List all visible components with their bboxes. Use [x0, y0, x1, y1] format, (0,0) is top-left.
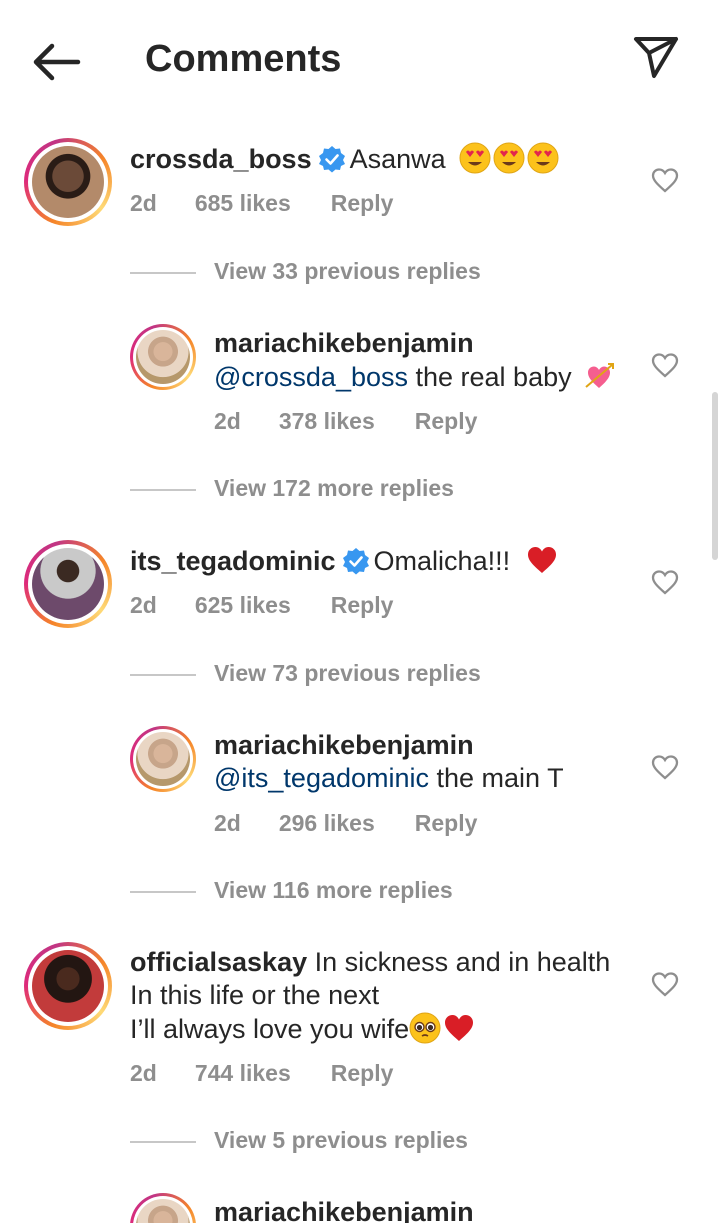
back-button[interactable]	[30, 40, 82, 84]
page-title: Comments	[145, 38, 342, 80]
comment-username[interactable]: its_tegadominic	[130, 546, 336, 576]
comment-text: its_tegadominic Omalicha!!!	[130, 544, 650, 578]
comment-time: 2d	[130, 592, 157, 618]
heart-eyes-emoji-icon	[493, 142, 525, 174]
reply-button[interactable]: Reply	[415, 810, 478, 836]
red-heart-emoji-icon	[445, 1015, 474, 1041]
view-previous-replies[interactable]: View 33 previous replies	[130, 258, 530, 288]
paper-plane-icon	[634, 37, 678, 78]
reply-button[interactable]: Reply	[331, 592, 394, 618]
reply-mention[interactable]: @its_tegadominic	[214, 763, 429, 793]
verified-badge-icon	[318, 146, 345, 173]
comment-body-line1: In sickness and in health	[314, 947, 611, 977]
avatar-story-ring[interactable]	[24, 540, 112, 628]
reply-body: the real baby	[408, 362, 572, 392]
avatar	[32, 950, 104, 1022]
scrollbar[interactable]	[712, 392, 718, 560]
comment-text: officialsaskay In sickness and in health…	[130, 946, 650, 1046]
view-more-replies[interactable]: View 116 more replies	[130, 877, 530, 907]
share-button[interactable]	[630, 34, 682, 80]
reply-button[interactable]: Reply	[331, 1060, 394, 1086]
reply-divider	[130, 489, 196, 491]
comment-meta: 2d 625 likes Reply	[130, 592, 433, 619]
avatar	[32, 146, 104, 218]
reply-divider	[130, 891, 196, 893]
verified-badge-icon	[342, 548, 369, 575]
reply-username[interactable]: mariachikebenjamin	[214, 1197, 474, 1223]
comment-meta: 2d 744 likes Reply	[130, 1060, 433, 1087]
comment-body-line3: I’ll always love you wife	[130, 1014, 410, 1044]
reply-button[interactable]: Reply	[415, 408, 478, 434]
comment-body: Asanwa	[349, 144, 446, 174]
reply-text: mariachikebenjamin	[214, 1196, 634, 1223]
reply-meta: 2d 296 likes Reply	[214, 810, 517, 837]
comment-time: 2d	[130, 1060, 157, 1086]
red-heart-emoji-icon	[527, 547, 556, 573]
like-heart-icon[interactable]	[651, 569, 679, 595]
comment-likes[interactable]: 744 likes	[195, 1060, 291, 1086]
heart-eyes-emoji-icon	[527, 142, 559, 174]
reply-divider	[130, 1141, 196, 1143]
view-more-replies[interactable]: View 172 more replies	[130, 475, 530, 505]
reply-username[interactable]: mariachikebenjamin	[214, 328, 474, 358]
avatar-story-ring[interactable]	[130, 1193, 196, 1223]
comment-text: crossda_boss Asanwa	[130, 142, 650, 176]
avatar-story-ring[interactable]	[130, 726, 196, 792]
reply-text: mariachikebenjamin @crossda_boss the rea…	[214, 327, 634, 394]
like-heart-icon[interactable]	[651, 352, 679, 378]
comments-screen: Comments crossda_boss Asanwa 2d 685 likes R…	[0, 0, 720, 1223]
avatar	[32, 548, 104, 620]
comment-likes[interactable]: 685 likes	[195, 190, 291, 216]
back-arrow-icon	[33, 43, 81, 81]
reply-time: 2d	[214, 408, 241, 434]
avatar-story-ring[interactable]	[130, 324, 196, 390]
heart-with-arrow-emoji-icon	[585, 363, 615, 388]
comment-body-line2: In this life or the next	[130, 980, 380, 1010]
reply-body: the main T	[429, 763, 564, 793]
reply-divider	[130, 674, 196, 676]
comment-meta: 2d 685 likes Reply	[130, 190, 433, 217]
comment-likes[interactable]: 625 likes	[195, 592, 291, 618]
header: Comments	[0, 0, 720, 118]
reply-username[interactable]: mariachikebenjamin	[214, 730, 474, 760]
like-heart-icon[interactable]	[651, 754, 679, 780]
avatar-story-ring[interactable]	[24, 138, 112, 226]
comment-username[interactable]: crossda_boss	[130, 144, 312, 174]
comment-time: 2d	[130, 190, 157, 216]
reply-time: 2d	[214, 810, 241, 836]
comment-body: Omalicha!!!	[373, 546, 511, 576]
reply-button[interactable]: Reply	[331, 190, 394, 216]
avatar-story-ring[interactable]	[24, 942, 112, 1030]
view-previous-replies[interactable]: View 5 previous replies	[130, 1127, 530, 1157]
reply-divider	[130, 272, 196, 274]
avatar	[136, 732, 190, 786]
pleading-face-emoji-icon	[409, 1012, 441, 1044]
reply-likes[interactable]: 296 likes	[279, 810, 375, 836]
reply-meta: 2d 378 likes Reply	[214, 408, 517, 435]
heart-eyes-emoji-icon	[459, 142, 491, 174]
avatar	[136, 330, 190, 384]
reply-text: mariachikebenjamin @its_tegadominic the …	[214, 729, 634, 795]
like-heart-icon[interactable]	[651, 971, 679, 997]
like-heart-icon[interactable]	[651, 167, 679, 193]
comment-username[interactable]: officialsaskay	[130, 947, 307, 977]
reply-likes[interactable]: 378 likes	[279, 408, 375, 434]
reply-mention[interactable]: @crossda_boss	[214, 362, 408, 392]
view-previous-replies[interactable]: View 73 previous replies	[130, 660, 530, 690]
